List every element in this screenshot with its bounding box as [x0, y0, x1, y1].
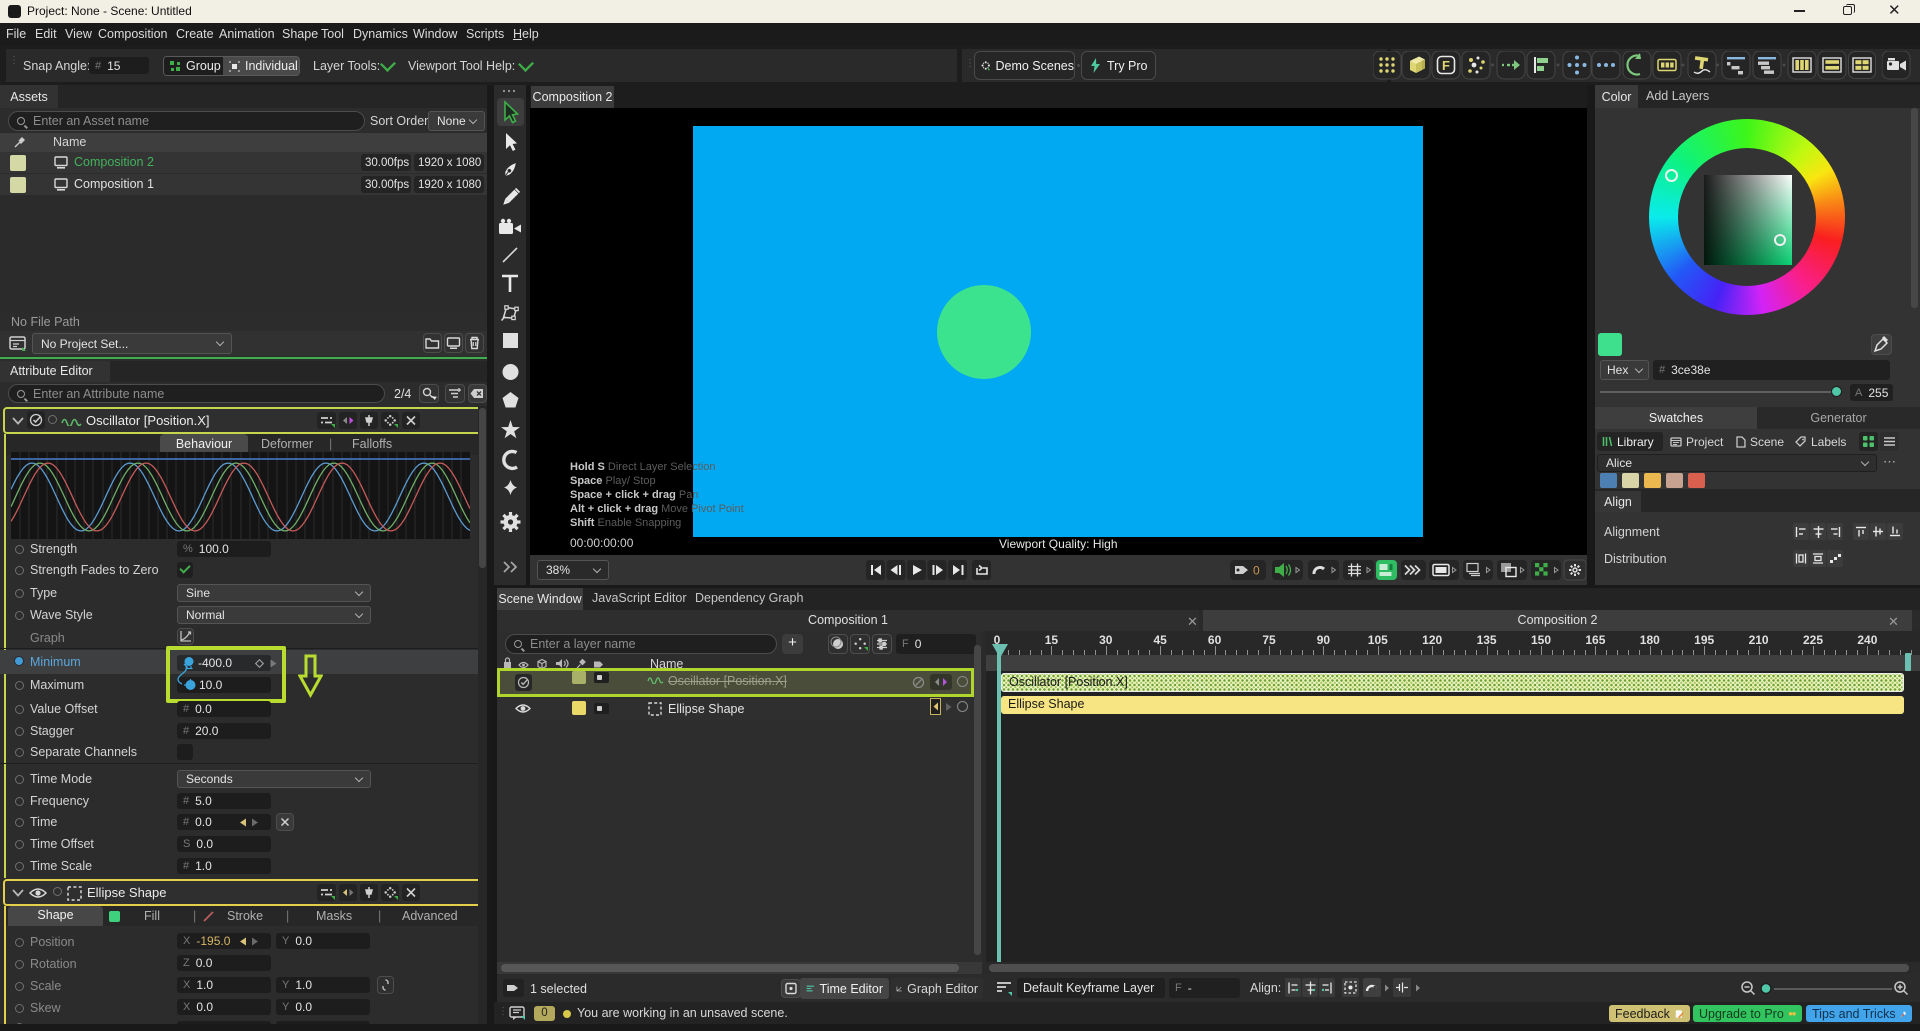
svg-text:0: 0 [1253, 564, 1260, 578]
svg-text:F: F [1442, 58, 1450, 73]
